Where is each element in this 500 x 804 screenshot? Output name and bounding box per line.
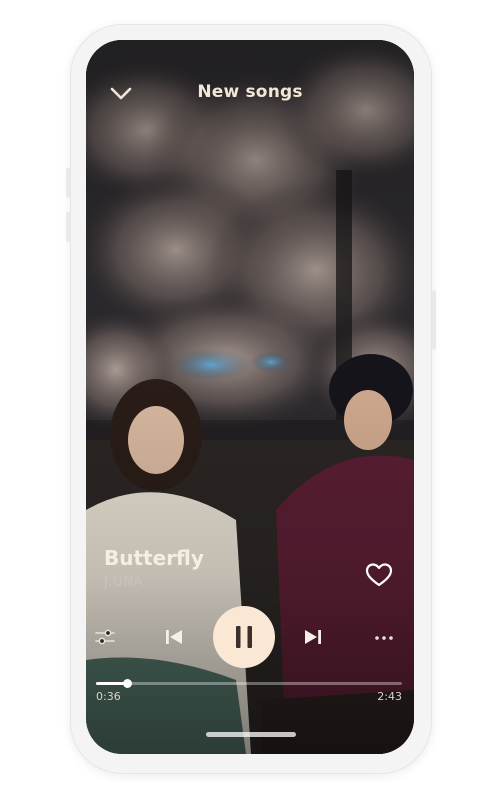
- playback-controls: [86, 606, 414, 668]
- heart-icon[interactable]: [365, 562, 393, 588]
- progress-bar[interactable]: [96, 679, 402, 688]
- elapsed-time: 0:36: [96, 690, 121, 703]
- home-indicator: [206, 732, 296, 737]
- phone-side-button: [66, 212, 70, 242]
- total-duration: 2:43: [377, 690, 402, 703]
- phone-side-button: [66, 168, 70, 198]
- more-horizontal-icon[interactable]: [372, 630, 396, 644]
- phone-power-button: [432, 290, 436, 350]
- pause-icon: [236, 626, 252, 648]
- artist-name[interactable]: J.UNA: [104, 574, 143, 590]
- song-title: Butterfly: [104, 546, 204, 570]
- equalizer-icon[interactable]: [94, 627, 116, 647]
- skip-next-icon[interactable]: [302, 626, 324, 648]
- skip-previous-icon[interactable]: [163, 626, 185, 648]
- progress-thumb[interactable]: [122, 679, 132, 688]
- pause-button[interactable]: [213, 606, 275, 668]
- top-bar: New songs: [86, 76, 414, 112]
- page-title: New songs: [197, 82, 303, 102]
- player-screen: New songs Butterfly J.UNA 0:36 2:43: [86, 40, 414, 754]
